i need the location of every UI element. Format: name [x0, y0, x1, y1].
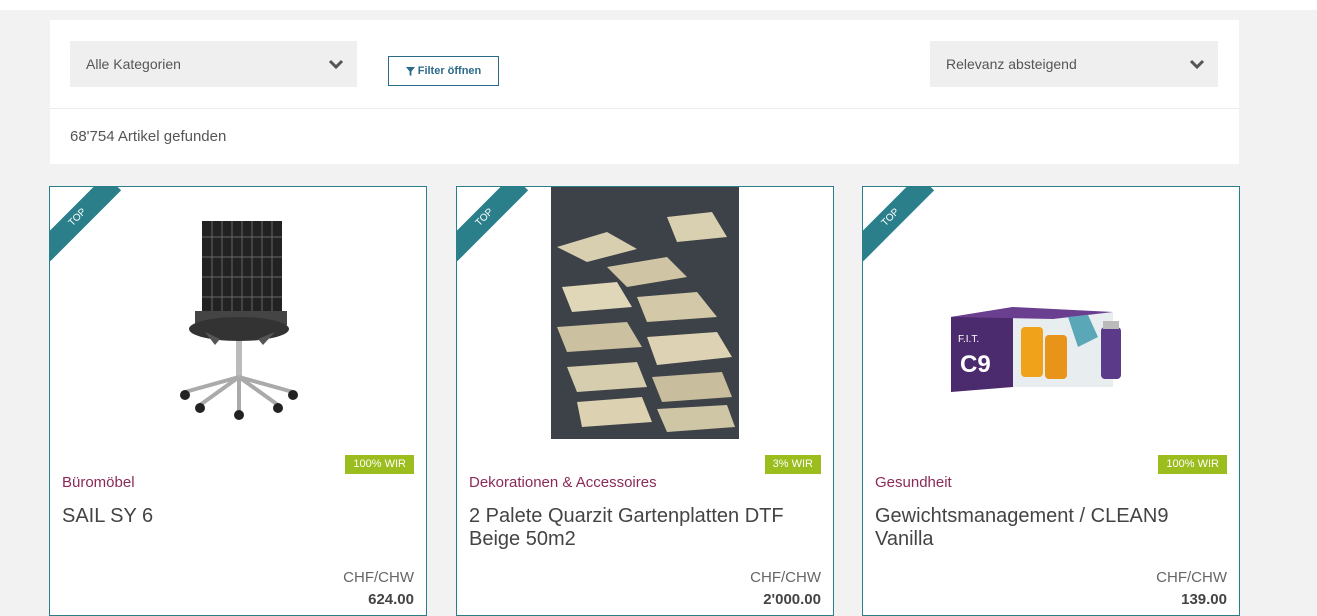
chevron-down-icon: [1188, 41, 1206, 87]
price-currency: CHF/CHW: [1156, 569, 1227, 586]
product-title[interactable]: Gewichtsmanagement / CLEAN9 Vanilla: [875, 505, 1215, 551]
chevron-down-icon: [327, 41, 345, 87]
kit-box-label-b: C9: [960, 351, 991, 378]
funnel-icon: [405, 66, 415, 76]
price-currency: CHF/CHW: [343, 569, 414, 586]
product-card[interactable]: TOP 3% WIR Dekorationen & Accessoires 2 …: [456, 186, 834, 616]
product-category[interactable]: Büromöbel: [62, 474, 135, 491]
kit-box-label-a: F.I.T.: [958, 334, 979, 345]
top-band: [0, 0, 1317, 10]
filter-bar: Alle Kategorien Filter öffnen Relevanz a…: [50, 20, 1239, 109]
product-price: 2'000.00: [763, 591, 821, 608]
open-filter-label: Filter öffnen: [417, 65, 482, 77]
product-category[interactable]: Gesundheit: [875, 474, 952, 491]
wir-badge: 3% WIR: [764, 455, 821, 474]
results-count: 68'754 Artikel gefunden: [70, 128, 227, 145]
results-count-bar: 68'754 Artikel gefunden: [50, 109, 1239, 164]
product-title[interactable]: 2 Palete Quarzit Gartenplatten DTF Beige…: [469, 505, 809, 551]
product-price: 139.00: [1181, 591, 1227, 608]
product-image[interactable]: [457, 187, 833, 439]
product-price: 624.00: [368, 591, 414, 608]
product-image[interactable]: F.I.T. C9: [863, 187, 1239, 439]
category-select[interactable]: Alle Kategorien: [70, 41, 357, 87]
category-select-value: Alle Kategorien: [86, 56, 181, 72]
price-currency: CHF/CHW: [750, 569, 821, 586]
sort-select-value: Relevanz absteigend: [946, 56, 1077, 72]
sort-select[interactable]: Relevanz absteigend: [930, 41, 1218, 87]
wir-badge: 100% WIR: [345, 455, 414, 474]
product-title[interactable]: SAIL SY 6: [62, 505, 402, 528]
open-filter-button[interactable]: Filter öffnen: [388, 56, 499, 86]
wir-badge: 100% WIR: [1158, 455, 1227, 474]
product-category[interactable]: Dekorationen & Accessoires: [469, 474, 657, 491]
product-image[interactable]: [50, 187, 426, 439]
product-card[interactable]: TOP 100% WIR Büromöbel SAIL SY 6 CHF/CHW…: [49, 186, 427, 616]
product-card[interactable]: F.I.T. C9 TOP 100% WIR Gesundheit Gewich…: [862, 186, 1240, 616]
